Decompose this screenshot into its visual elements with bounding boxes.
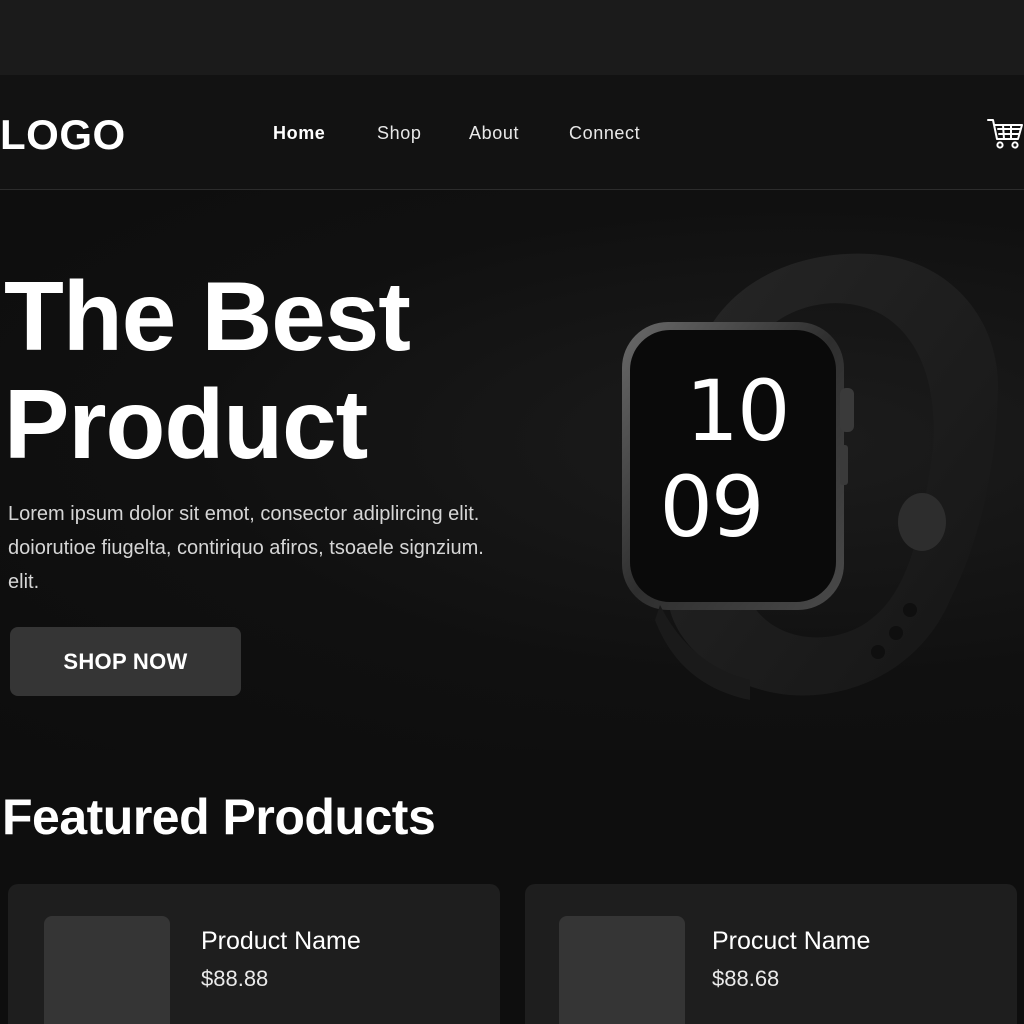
product-card[interactable]: Procuct Name $88.68 xyxy=(525,884,1017,1024)
top-strip xyxy=(0,0,1024,75)
shop-now-button[interactable]: SHOP NOW xyxy=(10,627,241,696)
product-thumbnail xyxy=(559,916,685,1024)
logo[interactable]: LOGO xyxy=(0,111,126,159)
hero-description-line-2: doiorutioe fiugelta, contiriquo afiros, … xyxy=(8,537,484,559)
hero-description-line-1: Lorem ipsum dolor sit emot, consector ad… xyxy=(8,503,480,525)
page: LOGO Home Shop About Connect The Best Pr… xyxy=(0,0,1024,1024)
nav-shop[interactable]: Shop xyxy=(377,123,421,144)
nav-connect[interactable]: Connect xyxy=(569,123,640,144)
watch-time-hour: 10 xyxy=(685,362,791,460)
hero-title: The Best Product xyxy=(4,262,564,478)
product-price: $88.68 xyxy=(712,966,780,991)
product-name: Procuct Name xyxy=(712,927,871,955)
watch-time-minute: 09 xyxy=(659,458,765,556)
product-name: Product Name xyxy=(201,927,361,955)
hero-description-line-3: elit. xyxy=(8,571,40,593)
cart-icon[interactable] xyxy=(986,115,1024,153)
nav-about[interactable]: About xyxy=(469,123,519,144)
navbar: LOGO Home Shop About Connect xyxy=(0,75,1024,190)
hero-title-line-2: Product xyxy=(4,369,368,479)
smartwatch-image: 10 09 xyxy=(600,240,1020,710)
product-price: $88.88 xyxy=(201,966,269,991)
product-thumbnail xyxy=(44,916,170,1024)
hero-title-line-1: The Best xyxy=(4,261,411,371)
hero-description: Lorem ipsum dolor sit emot, consector ad… xyxy=(8,497,553,599)
product-card[interactable]: Product Name $88.88 xyxy=(8,884,500,1024)
featured-title: Featured Products xyxy=(2,789,436,845)
nav-home[interactable]: Home xyxy=(273,123,325,144)
